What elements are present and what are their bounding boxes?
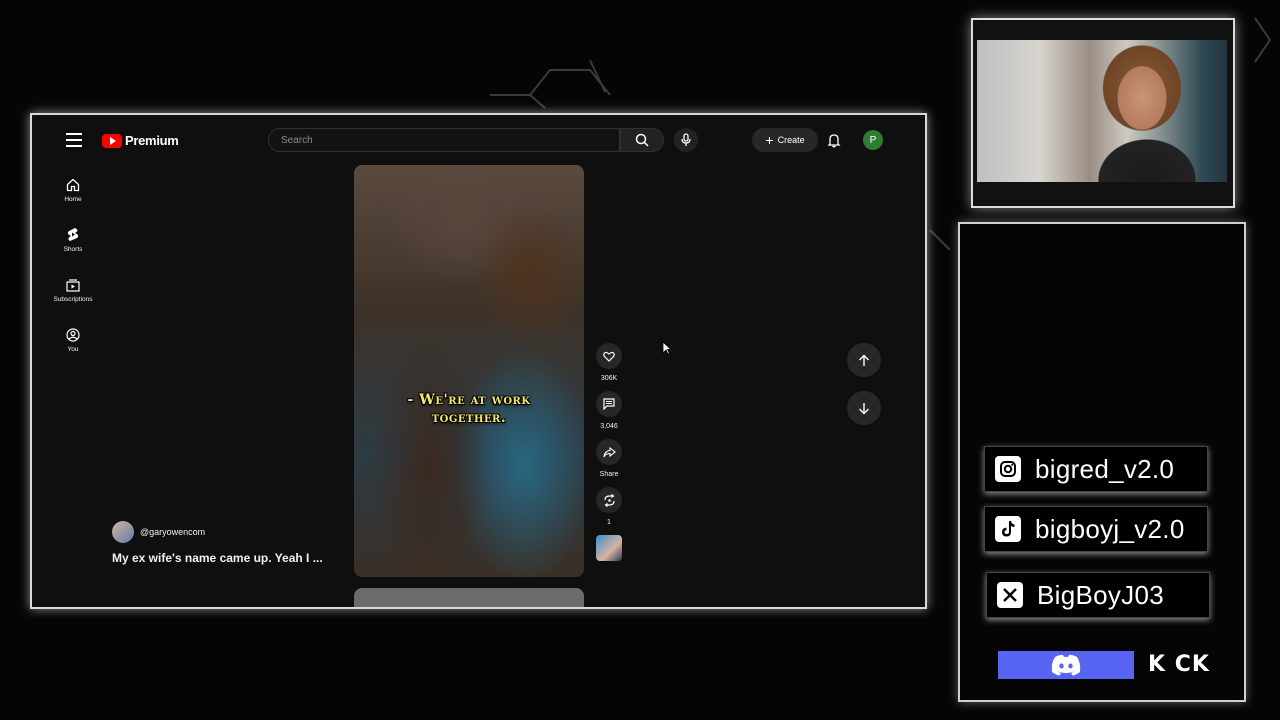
like-count: 306K: [600, 375, 618, 382]
audio-thumbnail-button[interactable]: [594, 535, 624, 561]
create-button[interactable]: + Create: [752, 128, 818, 152]
like-button[interactable]: 306K: [594, 343, 624, 383]
webcam-frame: [971, 18, 1235, 208]
sidebar-item-label: Shorts: [63, 246, 83, 253]
sidebar-item-shorts[interactable]: Shorts: [38, 215, 108, 265]
logo-text: Premium: [125, 133, 179, 148]
short-video-player[interactable]: - We're at work together.: [354, 165, 584, 577]
comments-button[interactable]: 3,046: [594, 391, 624, 431]
social-handle: bigboyj_v2.0: [1035, 513, 1185, 544]
instagram-handle[interactable]: bigred_v2.0: [984, 446, 1208, 492]
comment-icon: [603, 398, 615, 410]
audio-thumbnail: [596, 535, 622, 561]
previous-short-button[interactable]: [847, 343, 881, 377]
short-title[interactable]: My ex wife's name came up. Yeah I ...: [112, 551, 323, 565]
heart-icon: [603, 351, 615, 362]
hamburger-menu-icon[interactable]: [66, 133, 82, 147]
video-subtitle: - We're at work together.: [354, 391, 584, 427]
webcam-feed: [977, 40, 1227, 182]
social-handle: BigBoyJ03: [1037, 579, 1164, 610]
top-bar: Premium + Create P: [38, 121, 919, 161]
search-box: [268, 128, 620, 152]
channel-name: @garyowencom: [140, 527, 206, 537]
next-short-button[interactable]: [847, 391, 881, 425]
short-actions: 306K 3,046 Share 1: [594, 343, 624, 569]
youtube-logo[interactable]: Premium: [102, 133, 179, 148]
next-short-preview[interactable]: [354, 588, 584, 607]
tiktok-icon: [995, 516, 1021, 542]
discord-button[interactable]: [998, 651, 1134, 679]
arrow-up-icon: [859, 354, 869, 366]
remix-count: 1: [607, 519, 611, 526]
sidebar: Home Shorts Subscriptions You: [38, 165, 108, 365]
subtitle-line: together.: [431, 410, 507, 426]
kick-logo-text[interactable]: K CK: [1148, 652, 1210, 677]
share-icon: [602, 446, 616, 457]
x-handle[interactable]: BigBoyJ03: [986, 572, 1210, 618]
search-button[interactable]: [620, 128, 664, 152]
plus-icon: +: [765, 132, 774, 148]
notifications-button[interactable]: [823, 129, 845, 151]
mouse-cursor-icon: [662, 341, 672, 355]
arrow-down-icon: [859, 402, 869, 414]
bell-icon: [827, 133, 841, 147]
sidebar-item-label: You: [67, 345, 79, 353]
search-icon: [635, 133, 649, 147]
account-avatar[interactable]: P: [863, 130, 883, 150]
youtube-shorts-page: Premium + Create P Home: [38, 121, 919, 607]
x-icon: [997, 582, 1023, 608]
sidebar-item-label: Home: [64, 195, 82, 203]
voice-search-button[interactable]: [674, 128, 698, 152]
social-handle: bigred_v2.0: [1035, 453, 1175, 484]
microphone-icon: [681, 133, 691, 146]
sidebar-item-label: Subscriptions: [53, 295, 93, 303]
home-icon: [66, 178, 80, 191]
you-icon: [66, 327, 80, 342]
subscriptions-icon: [66, 278, 80, 292]
shorts-icon: [67, 228, 79, 241]
subtitle-line: - We're at work: [407, 392, 531, 408]
search-input[interactable]: [269, 129, 611, 151]
create-label: Create: [777, 135, 805, 145]
channel-link[interactable]: @garyowencom: [112, 521, 205, 543]
share-button[interactable]: Share: [594, 439, 624, 479]
discord-icon: [1051, 654, 1081, 676]
sidebar-item-you[interactable]: You: [38, 315, 108, 365]
youtube-play-icon: [102, 133, 122, 148]
remix-icon: [603, 493, 615, 507]
comment-count: 3,046: [600, 423, 618, 430]
share-label: Share: [599, 471, 619, 478]
sidebar-item-subscriptions[interactable]: Subscriptions: [38, 265, 108, 315]
sidebar-item-home[interactable]: Home: [38, 165, 108, 215]
tiktok-handle[interactable]: bigboyj_v2.0: [984, 506, 1208, 552]
browser-capture: Premium + Create P Home: [30, 113, 927, 609]
instagram-icon: [995, 456, 1021, 482]
remix-button[interactable]: 1: [594, 487, 624, 527]
channel-avatar: [112, 521, 134, 543]
